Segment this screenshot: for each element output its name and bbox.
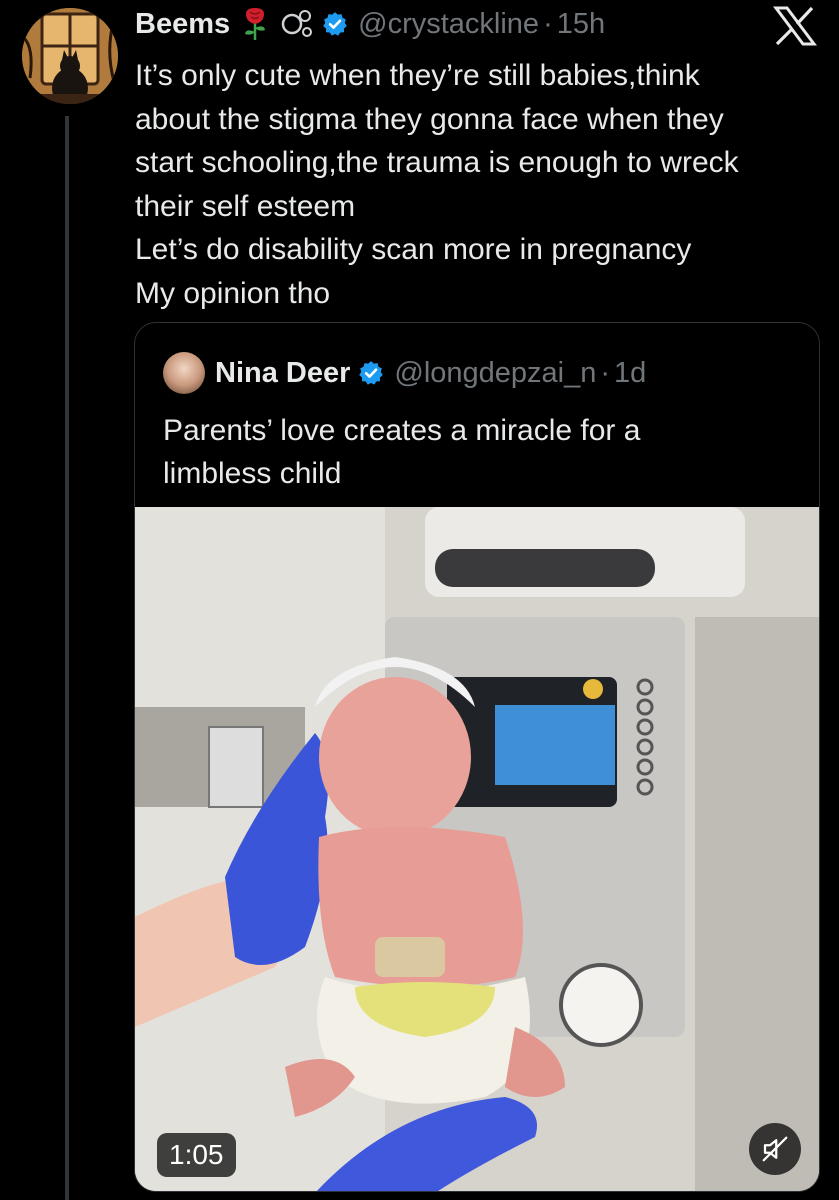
thread-line	[65, 116, 69, 1200]
tweet-text-line: about the stigma they gonna face when th…	[135, 102, 724, 136]
x-logo-icon[interactable]	[773, 6, 817, 46]
quoted-author-avatar[interactable]	[163, 352, 205, 394]
quoted-tweet-header: Nina Deer @longdepzai_n · 1d	[163, 351, 646, 395]
author-avatar[interactable]	[22, 8, 118, 104]
bubbles-icon	[280, 6, 314, 42]
tweet-text-line: My opinion tho	[135, 276, 331, 310]
video-frame	[135, 507, 819, 1191]
mute-button[interactable]	[749, 1123, 801, 1175]
author-handle[interactable]: @crystackline	[358, 8, 539, 41]
verified-icon	[358, 360, 384, 386]
quoted-tweet-text: Parents’ love creates a miracle for a li…	[163, 409, 803, 495]
tweet-time[interactable]: 15h	[557, 8, 605, 41]
quoted-author-name[interactable]: Nina Deer	[215, 357, 350, 390]
author-name[interactable]: Beems	[135, 8, 230, 41]
avatar-art	[22, 8, 118, 104]
separator-dot: ·	[600, 356, 611, 389]
tweet-text-line: start schooling,the trauma is enough to …	[135, 146, 739, 179]
quoted-tweet-time[interactable]: 1d	[614, 357, 646, 390]
tweet-header: Beems @crystackline · 15h	[135, 2, 605, 46]
quoted-tweet-card[interactable]: Nina Deer @longdepzai_n · 1d Parents’ lo…	[134, 322, 820, 1192]
tweet-text-line: Let’s do disability scan more in pregnan…	[135, 233, 692, 266]
tweet-text-line: their self esteem	[135, 189, 356, 223]
tweet-text: It’s only cute when they’re still babies…	[135, 54, 825, 315]
tweet-text-line: It’s only cute when they’re still babies…	[135, 59, 700, 92]
quoted-text-line: Parents’ love creates a miracle for a	[163, 414, 641, 447]
mute-icon	[762, 1136, 788, 1162]
video-duration: 1:05	[157, 1133, 236, 1177]
separator-dot: ·	[543, 7, 553, 40]
quoted-text-line: limbless child	[163, 457, 342, 490]
quoted-author-handle[interactable]: @longdepzai_n	[394, 357, 596, 390]
verified-icon	[322, 11, 348, 37]
video-player[interactable]: 1:05	[135, 507, 819, 1191]
rose-icon	[240, 6, 270, 42]
